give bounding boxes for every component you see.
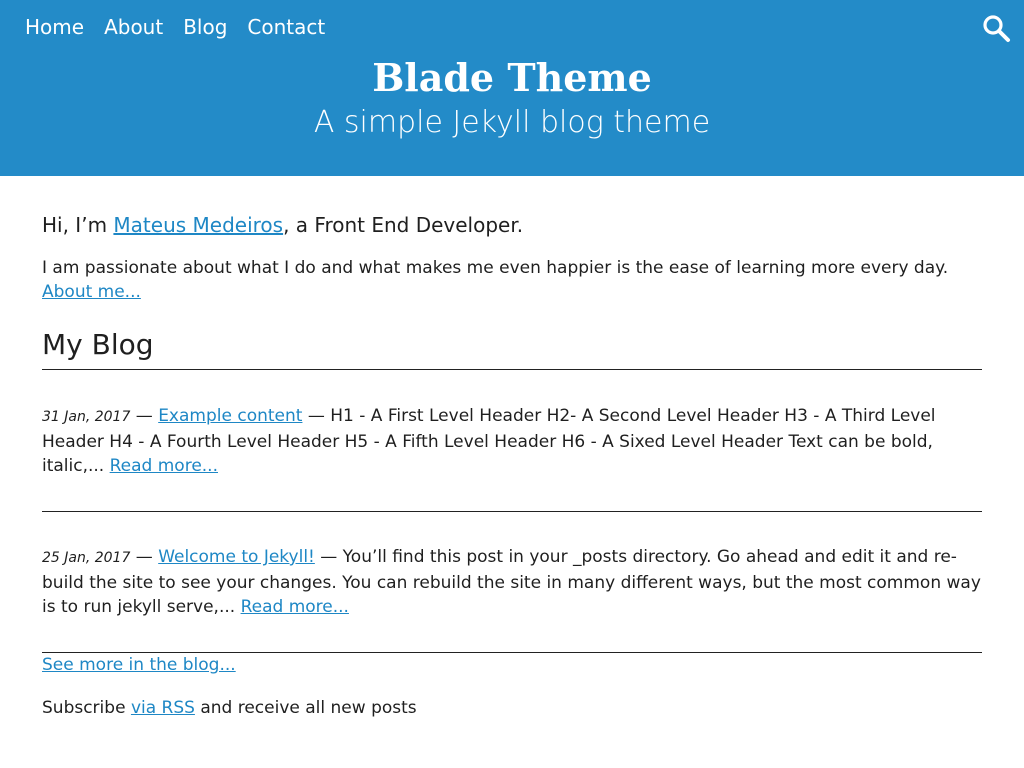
subscribe-prefix: Subscribe bbox=[42, 698, 131, 718]
site-tagline: A simple Jekyll blog theme bbox=[313, 105, 711, 140]
intro-heading: Hi, I’m Mateus Medeiros, a Front End Dev… bbox=[42, 210, 523, 240]
site-title[interactable]: Blade Theme bbox=[0, 50, 1024, 106]
heading-divider bbox=[42, 369, 982, 370]
nav-item-home[interactable]: Home bbox=[25, 12, 84, 42]
greeting-prefix: Hi, I’m bbox=[42, 213, 114, 237]
post-date: 31 Jan, 2017 bbox=[42, 409, 131, 425]
post-title-link[interactable]: Example content bbox=[158, 406, 302, 426]
see-more-link[interactable]: See more in the blog... bbox=[42, 653, 236, 677]
post-separator: — bbox=[302, 406, 331, 426]
post-item: 31 Jan, 2017 — Example content — H1 - A … bbox=[42, 404, 982, 479]
subscribe-suffix: and receive all new posts bbox=[194, 698, 417, 718]
nav-item-contact[interactable]: Contact bbox=[247, 12, 325, 42]
nav-item-blog[interactable]: Blog bbox=[183, 12, 227, 42]
post-divider bbox=[42, 511, 982, 512]
about-me-link[interactable]: About me... bbox=[42, 282, 141, 302]
post-date: 25 Jan, 2017 bbox=[42, 550, 131, 566]
blog-heading: My Blog bbox=[42, 328, 154, 361]
search-button[interactable] bbox=[980, 12, 1012, 44]
subscribe-text: Subscribe via RSS and receive all new po… bbox=[42, 696, 417, 720]
post-item: 25 Jan, 2017 — Welcome to Jekyll! — You’… bbox=[42, 545, 982, 620]
greeting-suffix: , a Front End Developer. bbox=[283, 213, 524, 237]
post-title-link[interactable]: Welcome to Jekyll! bbox=[158, 547, 315, 567]
nav-item-about[interactable]: About bbox=[104, 12, 163, 42]
author-link[interactable]: Mateus Medeiros bbox=[113, 213, 283, 237]
intro-text: I am passionate about what I do and what… bbox=[42, 256, 982, 304]
search-icon bbox=[983, 15, 1010, 42]
main-nav: Home About Blog Contact bbox=[25, 12, 325, 42]
intro-paragraph: I am passionate about what I do and what… bbox=[42, 258, 949, 278]
post-separator: — bbox=[130, 547, 159, 567]
site-header: Home About Blog Contact Blade Theme A si… bbox=[0, 0, 1024, 176]
read-more-link[interactable]: Read more... bbox=[241, 597, 349, 617]
rss-link[interactable]: via RSS bbox=[131, 698, 195, 718]
post-separator: — bbox=[314, 547, 343, 567]
read-more-link[interactable]: Read more... bbox=[110, 456, 218, 476]
post-separator: — bbox=[130, 406, 159, 426]
